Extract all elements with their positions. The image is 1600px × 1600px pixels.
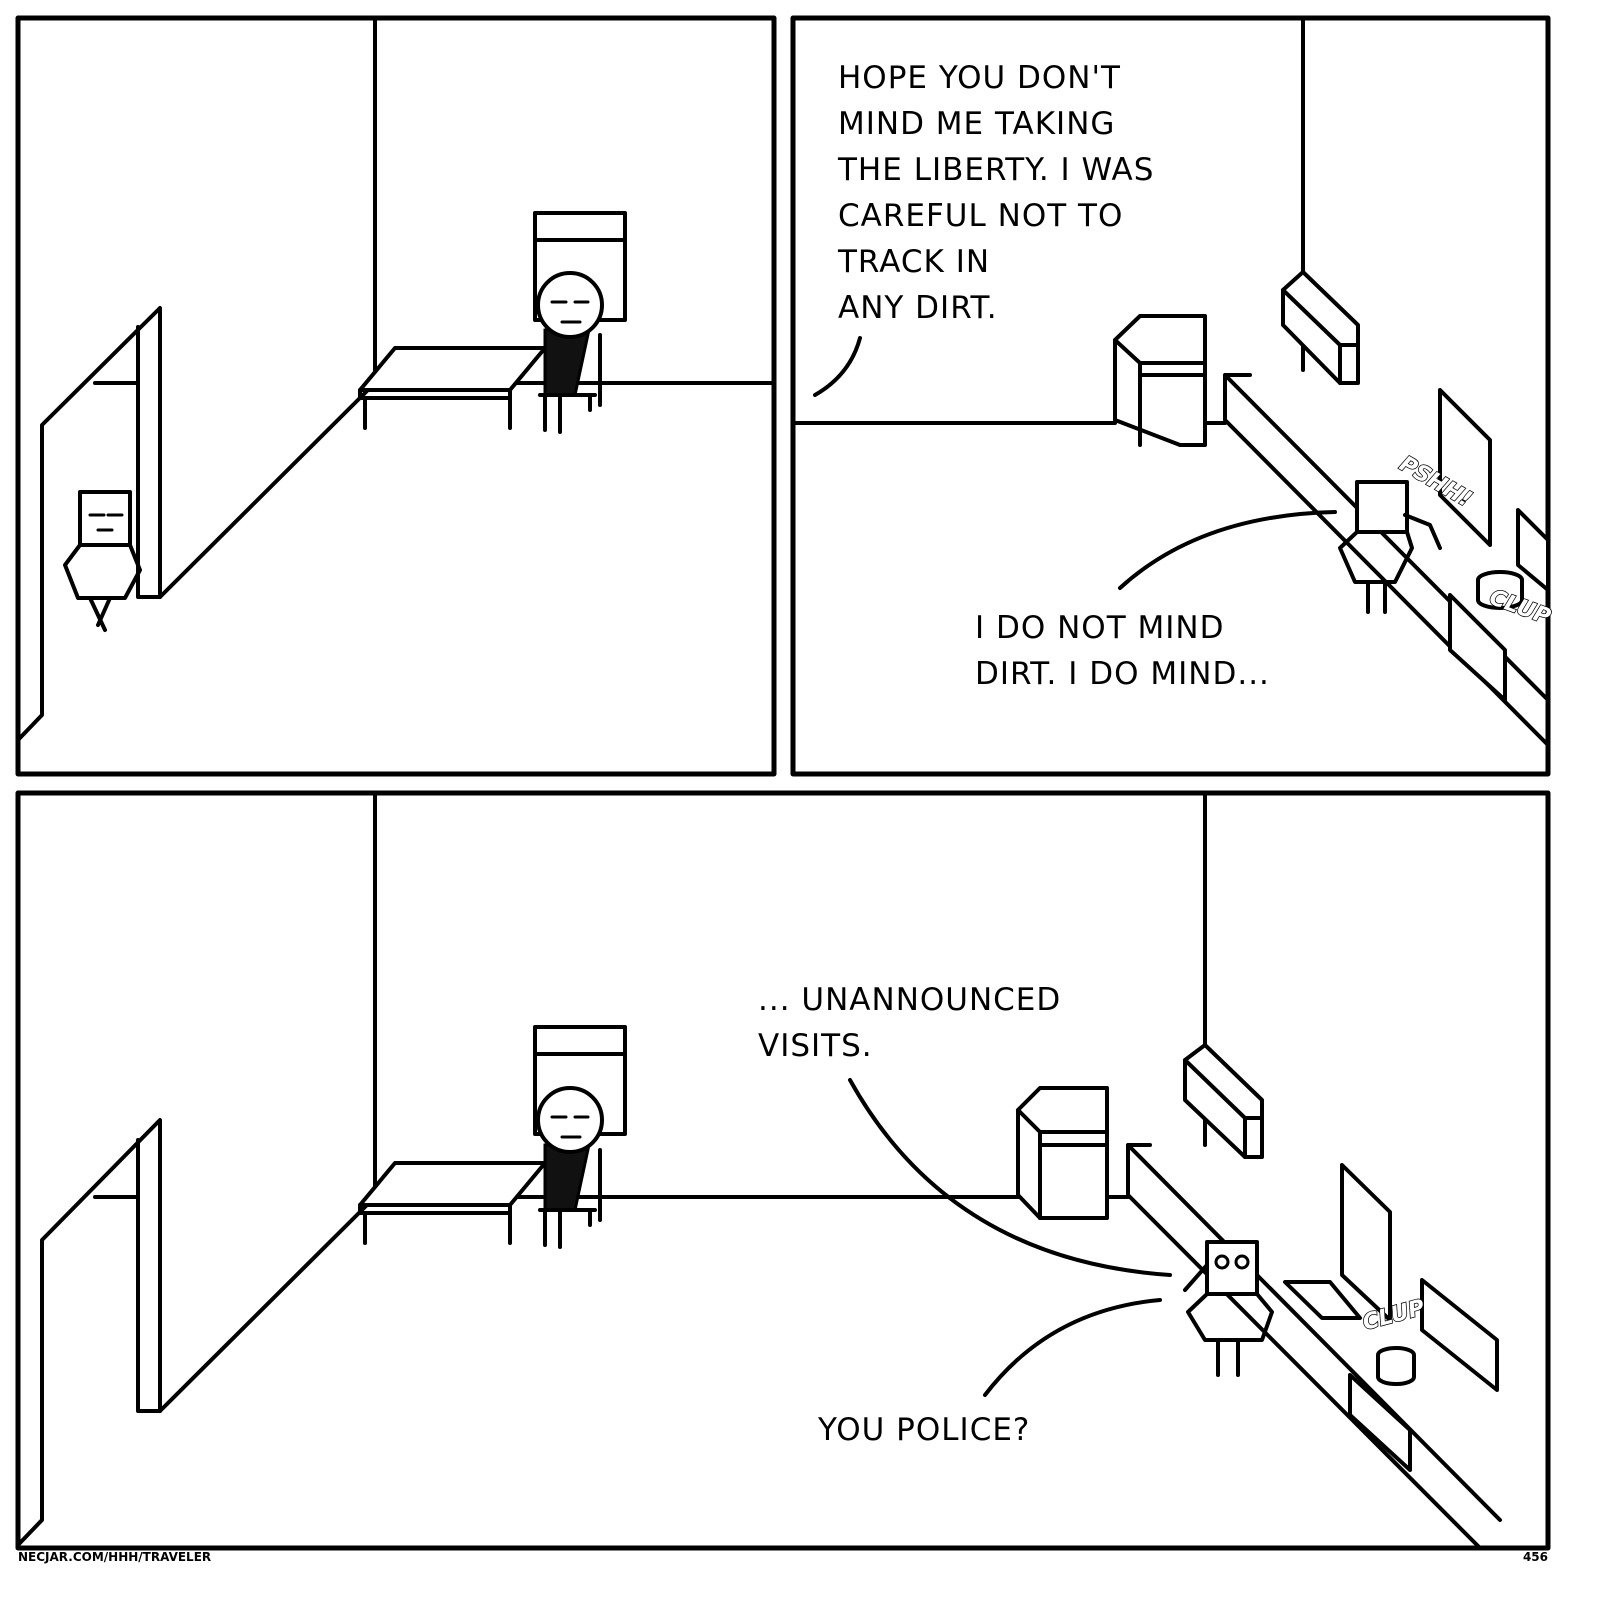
speech-tail <box>983 1298 1162 1397</box>
room-walls <box>158 16 776 599</box>
speech-line: CAREFUL NOT TO <box>838 198 1123 234</box>
cabinet <box>1281 270 1360 385</box>
speech-line: ... UNANNOUNCED <box>758 982 1061 1018</box>
seated-character <box>536 1086 604 1249</box>
page-number: 456 <box>1523 1550 1548 1564</box>
speech-tail <box>813 336 862 397</box>
speech-line: THE LIBERTY. I WAS <box>837 152 1154 188</box>
door <box>16 1118 162 1547</box>
box-character <box>63 490 142 632</box>
seated-character <box>536 271 604 434</box>
speech-line: TRACK IN <box>837 244 990 280</box>
speech-top: HOPE YOU DON'T MIND ME TAKING THE LIBERT… <box>837 60 1154 326</box>
speech-line: VISITS. <box>758 1028 873 1064</box>
wall-shelf <box>1420 1278 1499 1392</box>
table <box>358 346 547 430</box>
box-character-glasses <box>1183 1240 1274 1377</box>
speech-tail <box>1118 510 1337 590</box>
speech-line: YOU POLICE? <box>817 1412 1030 1448</box>
window <box>1438 388 1492 547</box>
speech-line: I DO NOT MIND <box>975 610 1224 646</box>
speech-line: MIND ME TAKING <box>838 106 1115 142</box>
speech-top: ... UNANNOUNCED VISITS. <box>758 982 1061 1064</box>
bucket <box>1376 1346 1416 1386</box>
window <box>1340 1163 1392 1322</box>
comic-page: HOPE YOU DON'T MIND ME TAKING THE LIBERT… <box>15 15 1554 1564</box>
table <box>358 1161 547 1245</box>
footer-url: NECJAR.COM/HHH/TRAVELER <box>18 1550 211 1564</box>
fridge <box>1016 1086 1109 1220</box>
cabinet <box>1183 1043 1264 1159</box>
panel-2: HOPE YOU DON'T MIND ME TAKING THE LIBERT… <box>790 15 1554 777</box>
speech-line: HOPE YOU DON'T <box>838 60 1121 96</box>
panel-1 <box>15 15 777 777</box>
oven <box>1348 1373 1412 1472</box>
speech-line: DIRT. I DO MIND... <box>975 656 1270 692</box>
panel-border <box>15 790 1551 1551</box>
panel-3: ... UNANNOUNCED VISITS. YOU POLICE? CLUP <box>15 790 1551 1551</box>
box-character-washing <box>1338 480 1442 614</box>
fridge <box>1113 314 1207 447</box>
speech-tail <box>848 1078 1172 1277</box>
speech-line: ANY DIRT. <box>838 290 998 326</box>
speech-bottom: I DO NOT MIND DIRT. I DO MIND... <box>975 610 1270 692</box>
